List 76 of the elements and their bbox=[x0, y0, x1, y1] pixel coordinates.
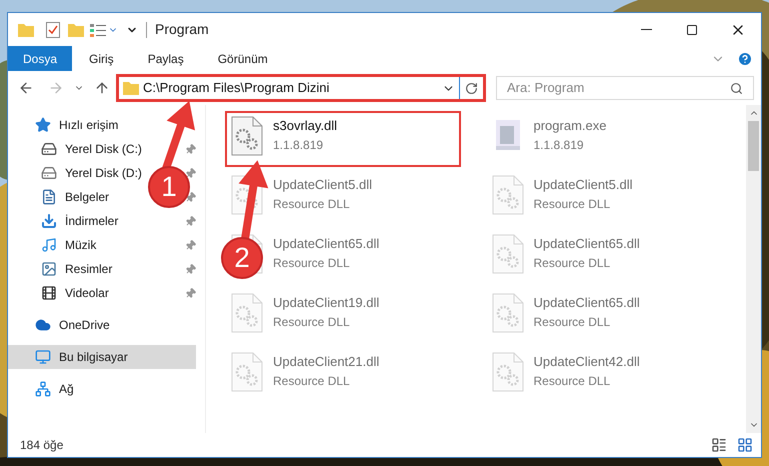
sidebar-item[interactable]: Videolar bbox=[41, 281, 109, 305]
checklist-icon bbox=[46, 22, 60, 38]
gear-file-icon bbox=[231, 293, 263, 333]
download-icon bbox=[41, 213, 57, 229]
file-detail: Resource DLL bbox=[273, 372, 351, 390]
file-detail: Resource DLL bbox=[534, 372, 612, 390]
details-view-icon[interactable] bbox=[711, 437, 727, 453]
file-name[interactable]: s3ovrlay.dll bbox=[273, 116, 338, 136]
scrollbar[interactable] bbox=[746, 105, 761, 433]
cloud-icon bbox=[35, 317, 51, 333]
address-bar[interactable]: C:\Program Files\Program Dizini bbox=[116, 74, 486, 102]
large-icons-view-icon[interactable] bbox=[737, 437, 753, 453]
file-detail: 1.1.8.819 bbox=[273, 136, 324, 154]
gear-file-icon bbox=[231, 352, 263, 392]
ribbon-tab[interactable]: Dosya bbox=[8, 46, 72, 71]
file-name[interactable]: UpdateClient5.dll bbox=[273, 175, 372, 194]
file-detail: Resource DLL bbox=[534, 196, 612, 212]
folder-icon bbox=[18, 22, 34, 36]
file-name[interactable]: UpdateClient19.dll bbox=[273, 293, 380, 312]
address-text: C:\Program Files\Program Dizini bbox=[143, 79, 330, 98]
minimize-icon bbox=[640, 29, 652, 30]
network-icon bbox=[35, 381, 51, 397]
folder-icon bbox=[123, 81, 139, 95]
gear-file-icon bbox=[492, 293, 524, 333]
folder-icon bbox=[68, 22, 84, 36]
file-detail: Resource DLL bbox=[273, 314, 351, 330]
back-icon[interactable] bbox=[18, 80, 34, 96]
image-icon bbox=[41, 261, 57, 277]
search-input[interactable]: Ara: Program bbox=[497, 78, 730, 98]
maximize-icon bbox=[686, 24, 698, 36]
music-icon bbox=[41, 237, 57, 253]
file-detail: Resource DLL bbox=[273, 196, 351, 212]
refresh-icon[interactable] bbox=[465, 82, 478, 94]
sidebar-item[interactable]: Ağ bbox=[35, 377, 74, 401]
item-count: 184 öğe bbox=[20, 437, 64, 454]
file-name[interactable]: UpdateClient42.dll bbox=[534, 352, 640, 372]
ribbon-tab[interactable]: Paylaş bbox=[130, 46, 201, 71]
up-icon[interactable] bbox=[94, 80, 110, 96]
file-detail: 1.1.8.819 bbox=[534, 136, 585, 154]
drive-icon bbox=[41, 141, 57, 157]
monitor-icon bbox=[35, 349, 51, 365]
ribbon-tab[interactable]: Giriş bbox=[72, 46, 131, 71]
file-name[interactable]: UpdateClient65.dll bbox=[534, 293, 640, 312]
gear-file-icon bbox=[492, 175, 524, 215]
sidebar-item[interactable]: Belgeler bbox=[41, 185, 110, 209]
file-name[interactable]: UpdateClient65.dll bbox=[534, 234, 640, 254]
file-detail: Resource DLL bbox=[534, 254, 612, 272]
sidebar-item[interactable]: OneDrive bbox=[35, 313, 110, 337]
highlighted-file[interactable]: s3ovrlay.dll 1.1.8.819 bbox=[225, 111, 461, 167]
help-icon[interactable] bbox=[737, 50, 753, 66]
ribbon-tab[interactable]: Görünüm bbox=[200, 46, 285, 71]
document-icon bbox=[41, 189, 57, 205]
properties-icon bbox=[90, 22, 106, 36]
sidebar-item[interactable]: Resimler bbox=[41, 257, 112, 281]
sidebar-item[interactable]: Bu bilgisayar bbox=[8, 345, 196, 369]
scrollbar-thumb[interactable] bbox=[748, 121, 759, 171]
sidebar-item[interactable]: İndirmeler bbox=[41, 209, 118, 233]
sidebar-item[interactable]: Yerel Disk (C:) bbox=[41, 137, 142, 161]
drive-icon bbox=[41, 165, 57, 181]
file-detail: Resource DLL bbox=[534, 314, 612, 330]
search-icon[interactable] bbox=[730, 82, 743, 94]
gear-file-icon bbox=[492, 234, 524, 274]
file-name[interactable]: UpdateClient21.dll bbox=[273, 352, 380, 372]
file-name[interactable]: program.exe bbox=[534, 116, 606, 136]
sidebar-item[interactable]: Hızlı erişim bbox=[35, 113, 118, 137]
gear-file-icon bbox=[492, 352, 524, 392]
film-icon bbox=[41, 285, 57, 301]
file-detail: Resource DLL bbox=[273, 254, 351, 272]
search-field[interactable]: Ara: Program bbox=[496, 76, 754, 100]
gear-file-icon bbox=[231, 116, 263, 156]
file-name[interactable]: UpdateClient65.dll bbox=[273, 234, 380, 254]
window-title: Program bbox=[155, 20, 209, 39]
sidebar-item[interactable]: Yerel Disk (D:) bbox=[41, 161, 142, 185]
sidebar-item[interactable]: Müzik bbox=[41, 233, 96, 257]
star-icon bbox=[35, 117, 51, 133]
file-name[interactable]: UpdateClient5.dll bbox=[534, 175, 633, 194]
